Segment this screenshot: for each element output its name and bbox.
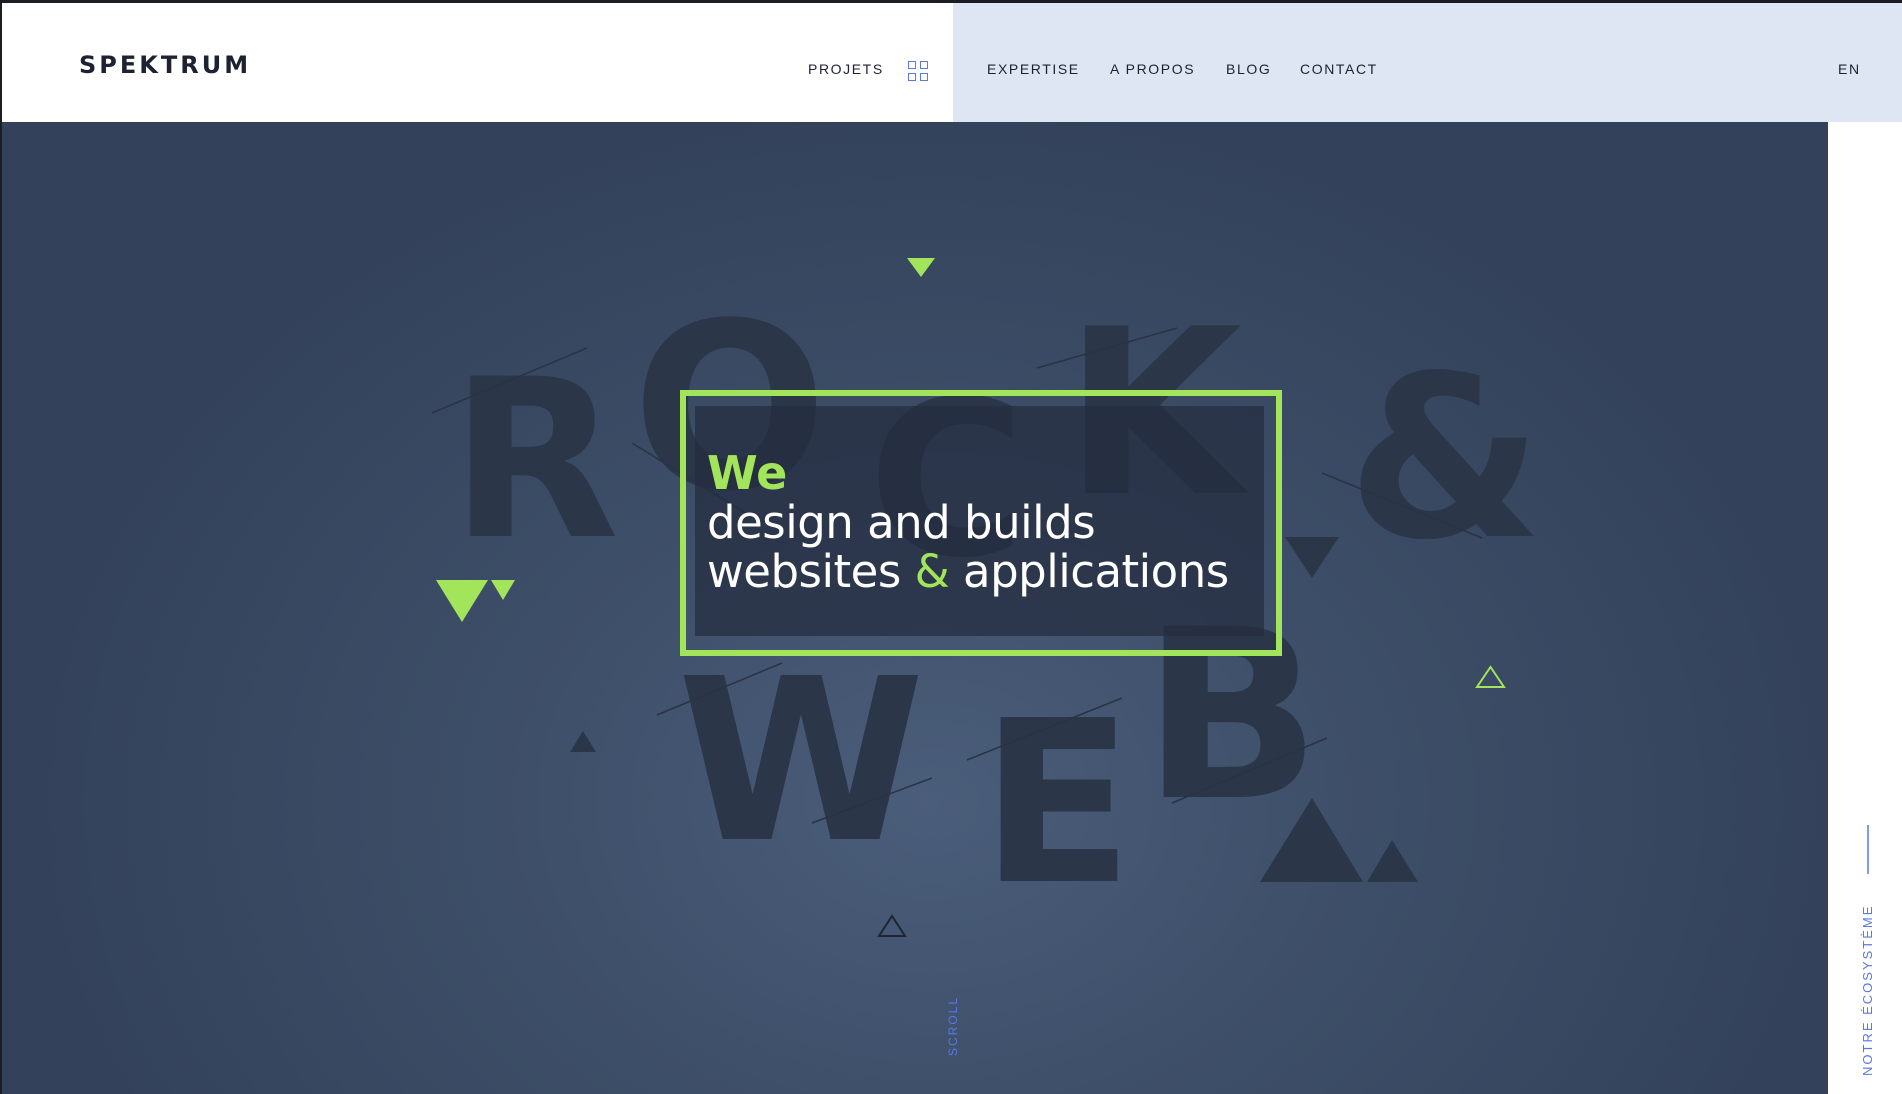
tagline-applications: applications xyxy=(949,545,1229,598)
letter-ampersand: & xyxy=(1347,328,1543,590)
tagline-websites: websites xyxy=(707,545,915,598)
scroll-indicator[interactable]: SCROLL xyxy=(946,996,960,1056)
ecosystem-link[interactable]: NOTRE ÉCOSYSTÈME xyxy=(1860,905,1875,1076)
tagline-line2: websites & applications xyxy=(707,547,1229,596)
tagline-ampersand: & xyxy=(914,545,950,598)
letter-e: E xyxy=(980,673,1134,935)
letter-w: W xyxy=(677,631,925,893)
tagline-we: We xyxy=(707,446,788,500)
tagline-line1: design and builds xyxy=(707,496,1096,549)
page: SPEKTRUM PROJETS EXPERTISE A PROPOS BLOG… xyxy=(0,0,1902,1094)
tagline: We design and builds websites & applicat… xyxy=(707,448,1229,596)
